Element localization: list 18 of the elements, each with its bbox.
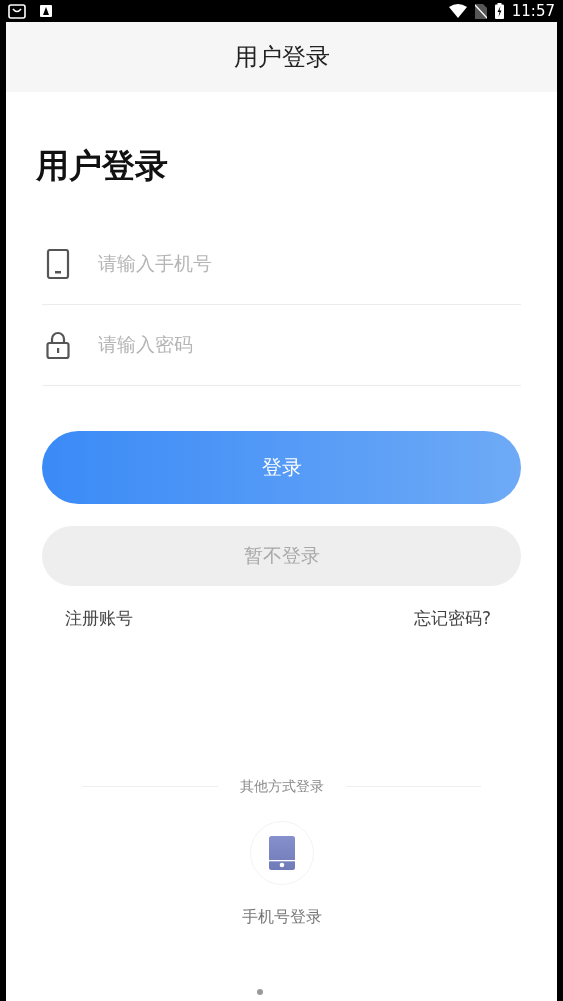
notification-icon: [40, 5, 52, 17]
wifi-icon: [448, 4, 467, 18]
status-time: 11:57: [511, 0, 555, 22]
no-sim-icon: [474, 3, 487, 19]
password-field[interactable]: 请输入密码: [96, 329, 521, 360]
login-heading: 用户登录: [36, 146, 168, 186]
phone-icon: [268, 836, 295, 871]
other-methods-label: 其他方式登录: [239, 777, 324, 797]
phone-login-label: 手机号登录: [241, 906, 322, 929]
phone-field[interactable]: 请输入手机号: [96, 248, 521, 279]
page-title: 用户登录: [233, 42, 330, 73]
lock-icon: [46, 329, 70, 360]
shopping-bag-icon: [8, 3, 26, 19]
battery-charging-icon: [494, 3, 504, 19]
register-link[interactable]: 注册账号: [65, 605, 133, 632]
page-indicator-dot: [257, 989, 263, 996]
forgot-password-link[interactable]: 忘记密码?: [413, 605, 491, 632]
phone-icon: [46, 248, 70, 279]
